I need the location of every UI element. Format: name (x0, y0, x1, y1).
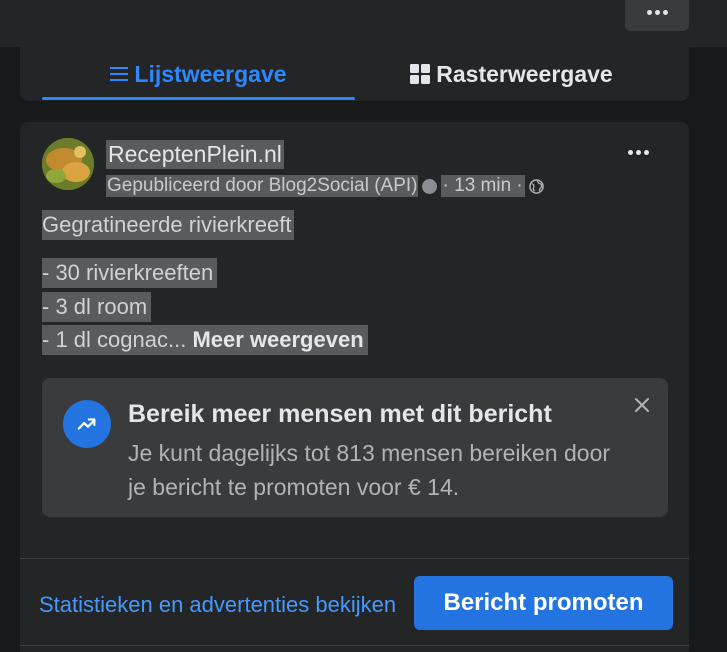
divider (20, 558, 689, 559)
divider (20, 645, 689, 646)
globe-icon[interactable] (528, 178, 544, 194)
promotion-card: Bereik meer mensen met dit bericht Je ku… (42, 378, 668, 517)
tab-grid-view[interactable]: Rasterweergave (355, 47, 668, 101)
post-line: - 30 rivierkreeften (42, 258, 218, 288)
promotion-text: Je kunt dagelijks tot 813 mensen bereike… (128, 440, 611, 500)
post-card: ReceptenPlein.nl Gepubliceerd door Blog2… (20, 122, 689, 652)
promotion-title: Bereik meer mensen met dit bericht (128, 400, 552, 428)
list-icon (110, 66, 129, 82)
published-by: Gepubliceerd door Blog2Social (API) (106, 175, 418, 197)
more-dots-icon (646, 10, 668, 15)
tab-grid-label: Rasterweergave (436, 60, 613, 87)
post-meta: Gepubliceerd door Blog2Social (API) · 13… (106, 175, 544, 197)
post-line: - 1 dl cognac... Meer weergeven (42, 325, 368, 355)
see-more-link[interactable]: Meer weergeven (192, 327, 363, 352)
more-options-button[interactable] (625, 0, 689, 31)
more-dots-icon (628, 150, 649, 155)
post-line: - 3 dl room (42, 292, 152, 322)
view-tabs: Lijstweergave Rasterweergave (20, 47, 689, 101)
promote-post-button[interactable]: Bericht promoten (414, 576, 673, 630)
tab-list-view[interactable]: Lijstweergave (42, 47, 355, 101)
info-icon[interactable] (421, 178, 437, 194)
avatar[interactable] (42, 138, 94, 190)
stats-and-ads-link[interactable]: Statistieken en advertenties bekijken (39, 592, 415, 618)
post-options-button[interactable] (628, 150, 649, 155)
tab-list-label: Lijstweergave (134, 60, 287, 87)
post-title: Gegratineerde rivierkreeft (42, 210, 295, 240)
top-bar (0, 0, 727, 47)
post-line-text: - 1 dl cognac... (42, 327, 187, 352)
active-tab-indicator (42, 97, 355, 100)
post-time[interactable]: · 13 min · (440, 175, 525, 197)
grid-icon (410, 64, 431, 84)
trending-up-icon (63, 400, 111, 448)
close-icon[interactable] (629, 392, 655, 418)
page-name-link[interactable]: ReceptenPlein.nl (106, 140, 284, 169)
